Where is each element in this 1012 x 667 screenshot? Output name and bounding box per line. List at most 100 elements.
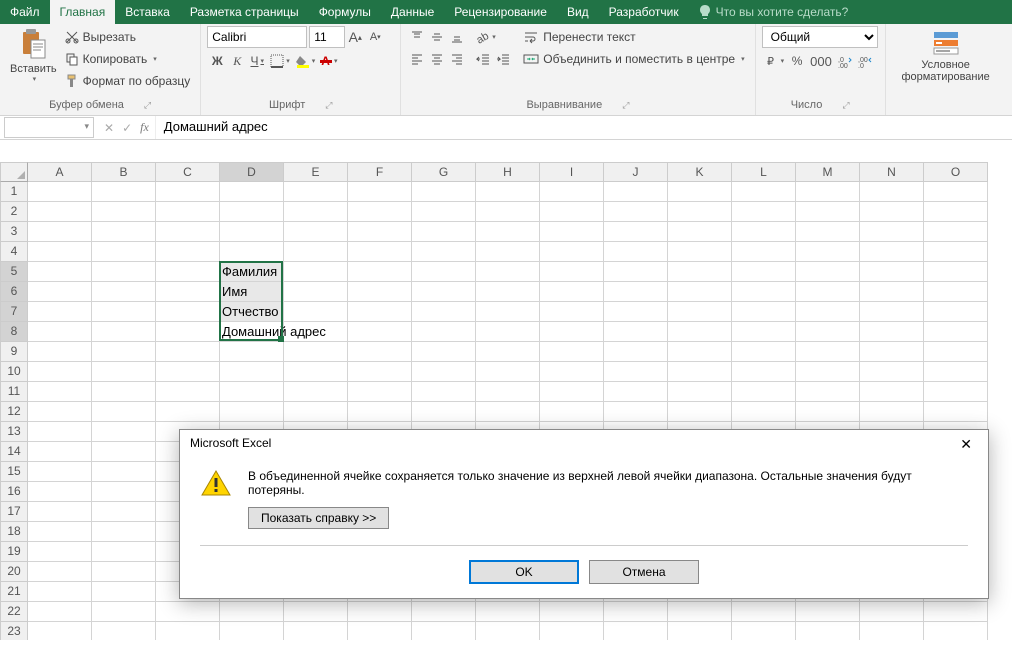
cell[interactable]: Домашний адрес [220,322,284,342]
cell[interactable] [92,602,156,622]
cell[interactable] [540,342,604,362]
cell[interactable] [156,342,220,362]
dialog-launcher-icon[interactable]: ⤢ [842,100,849,111]
cell[interactable] [412,182,476,202]
cell[interactable] [540,202,604,222]
cell[interactable] [732,262,796,282]
cell[interactable] [28,542,92,562]
cell[interactable] [924,342,988,362]
tab-formulas[interactable]: Формулы [309,0,381,24]
row-header[interactable]: 22 [0,602,28,622]
name-box[interactable] [4,117,94,138]
cell[interactable] [604,182,668,202]
tab-view[interactable]: Вид [557,0,599,24]
cell[interactable] [284,302,348,322]
cell[interactable] [604,262,668,282]
row-header[interactable]: 16 [0,482,28,502]
cell[interactable] [540,222,604,242]
cell[interactable] [796,382,860,402]
cell[interactable] [732,222,796,242]
dialog-launcher-icon[interactable]: ⤢ [622,100,629,111]
cell[interactable] [476,622,540,640]
cell[interactable] [924,402,988,422]
format-painter-button[interactable]: Формат по образцу [61,70,195,92]
cell[interactable] [28,462,92,482]
font-size-select[interactable] [309,26,345,48]
cell[interactable] [668,282,732,302]
cell[interactable] [540,602,604,622]
percent-button[interactable]: % [787,50,807,72]
cell[interactable] [476,382,540,402]
accounting-format-button[interactable]: ₽▾ [762,50,788,72]
cell[interactable] [92,542,156,562]
column-header[interactable]: A [28,162,92,182]
conditional-formatting-button[interactable]: Условное форматирование [892,26,1000,85]
cell[interactable] [860,182,924,202]
cell[interactable] [28,362,92,382]
cell[interactable] [604,302,668,322]
cell[interactable]: Отчество [220,302,284,322]
cell[interactable] [28,502,92,522]
cell[interactable] [412,622,476,640]
cell[interactable] [796,182,860,202]
cell[interactable] [860,262,924,282]
column-header[interactable]: D [220,162,284,182]
tab-insert[interactable]: Вставка [115,0,180,24]
cell[interactable] [476,222,540,242]
cut-button[interactable]: Вырезать [61,26,195,48]
cell[interactable] [412,242,476,262]
cell[interactable] [28,182,92,202]
cell[interactable] [348,362,412,382]
row-header[interactable]: 2 [0,202,28,222]
cell[interactable] [284,222,348,242]
column-header[interactable]: G [412,162,476,182]
cell[interactable] [860,362,924,382]
borders-button[interactable]: ▾ [267,50,293,72]
column-header[interactable]: F [348,162,412,182]
increase-indent-button[interactable] [493,48,513,70]
cell[interactable] [156,622,220,640]
cell[interactable] [412,302,476,322]
cell[interactable] [476,342,540,362]
enter-formula-icon[interactable]: ✓ [122,121,132,135]
column-header[interactable]: J [604,162,668,182]
decrease-decimal-button[interactable]: ,00,0 [855,50,875,72]
cell[interactable]: Имя [220,282,284,302]
italic-button[interactable]: К [227,50,247,72]
cell[interactable] [348,622,412,640]
cell[interactable] [796,222,860,242]
cell[interactable] [668,242,732,262]
cancel-button[interactable]: Отмена [589,560,699,584]
cell[interactable] [92,222,156,242]
cell[interactable] [412,402,476,422]
cell[interactable] [348,222,412,242]
cell[interactable] [604,622,668,640]
font-name-select[interactable] [207,26,307,48]
cell[interactable] [348,302,412,322]
formula-input[interactable]: Домашний адрес [155,116,1012,139]
cell[interactable] [668,602,732,622]
cell[interactable] [732,382,796,402]
cell[interactable] [732,622,796,640]
cell[interactable] [732,322,796,342]
cell[interactable] [924,222,988,242]
cell[interactable] [156,602,220,622]
increase-decimal-button[interactable]: ,0,00 [835,50,855,72]
row-header[interactable]: 12 [0,402,28,422]
tab-review[interactable]: Рецензирование [444,0,557,24]
tab-developer[interactable]: Разработчик [599,0,689,24]
cell[interactable] [412,222,476,242]
cell[interactable] [284,182,348,202]
cell[interactable] [860,402,924,422]
cell[interactable] [348,322,412,342]
decrease-font-button[interactable]: A▾ [365,26,385,48]
cell[interactable] [92,522,156,542]
increase-font-button[interactable]: A▴ [345,26,365,48]
align-top-button[interactable] [407,26,427,48]
cell[interactable] [92,562,156,582]
column-header[interactable]: E [284,162,348,182]
cell[interactable] [860,222,924,242]
cell[interactable] [476,362,540,382]
tab-file[interactable]: Файл [0,0,50,24]
cell[interactable] [220,622,284,640]
